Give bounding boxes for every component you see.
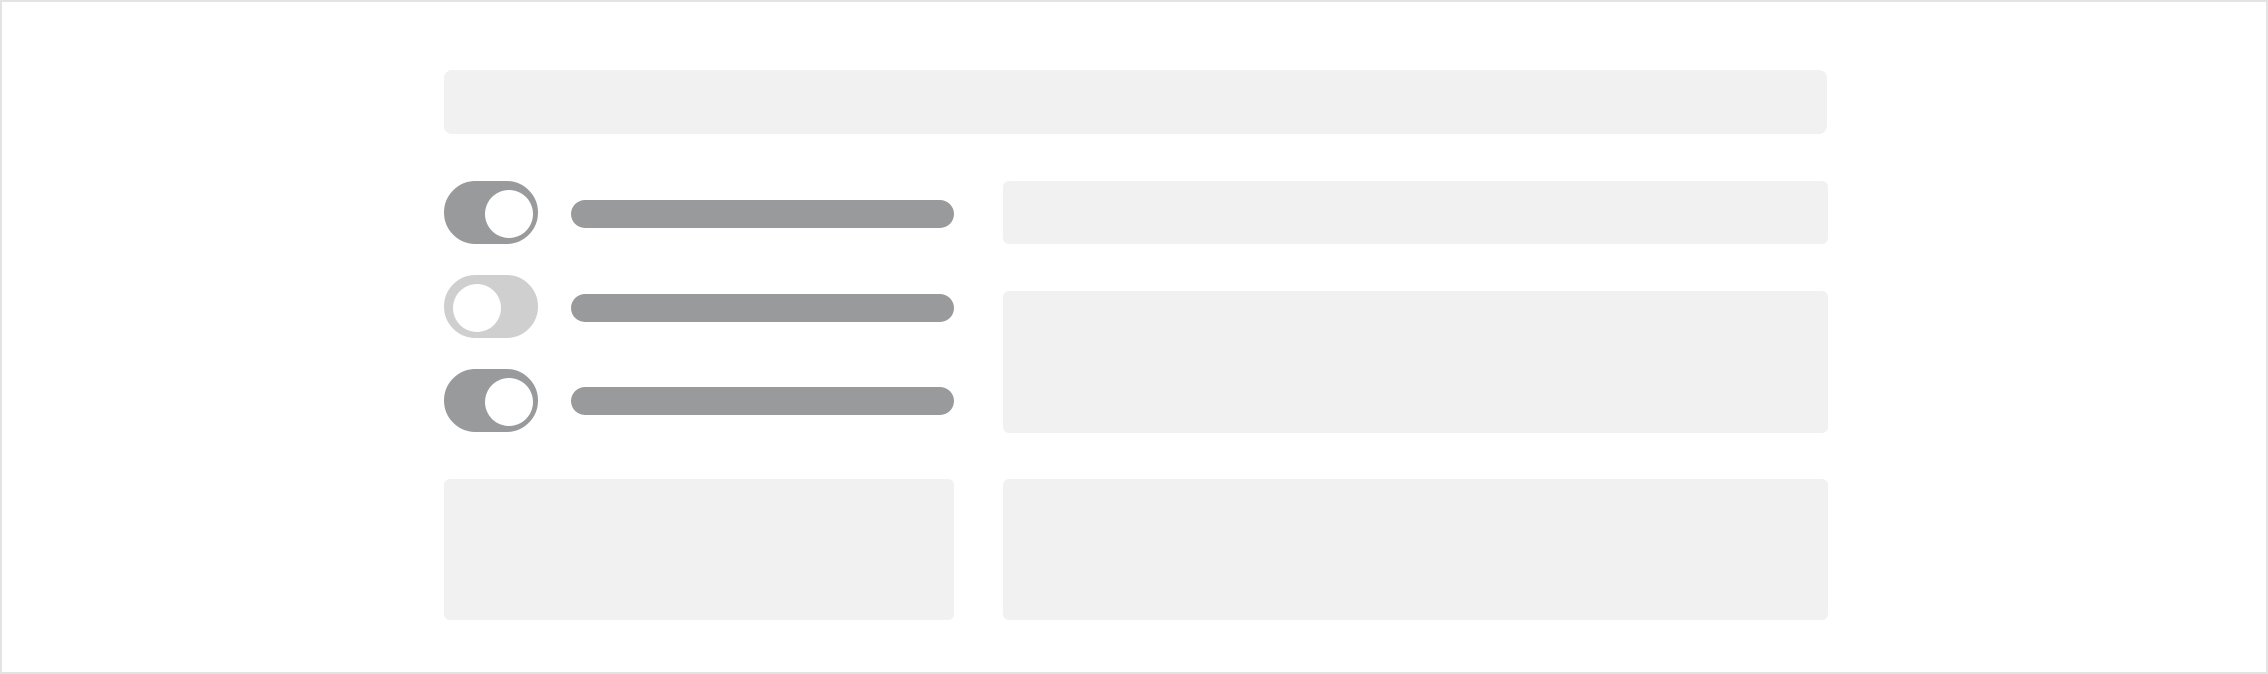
toggle-switch-1[interactable] [444, 181, 538, 244]
header-placeholder [444, 70, 1827, 134]
wireframe-frame [0, 0, 2268, 674]
content-placeholder-middle-right [1003, 291, 1828, 433]
setting-label-placeholder-1 [571, 200, 954, 228]
content-placeholder-top-right [1003, 181, 1828, 244]
setting-label-placeholder-3 [571, 387, 954, 415]
toggle-switch-3[interactable] [444, 369, 538, 432]
toggle-knob [453, 284, 501, 332]
toggle-knob [485, 190, 533, 238]
toggle-switch-2[interactable] [444, 275, 538, 338]
content-placeholder-bottom-left [444, 479, 954, 620]
setting-label-placeholder-2 [571, 294, 954, 322]
content-placeholder-bottom-right [1003, 479, 1828, 620]
toggle-knob [485, 378, 533, 426]
